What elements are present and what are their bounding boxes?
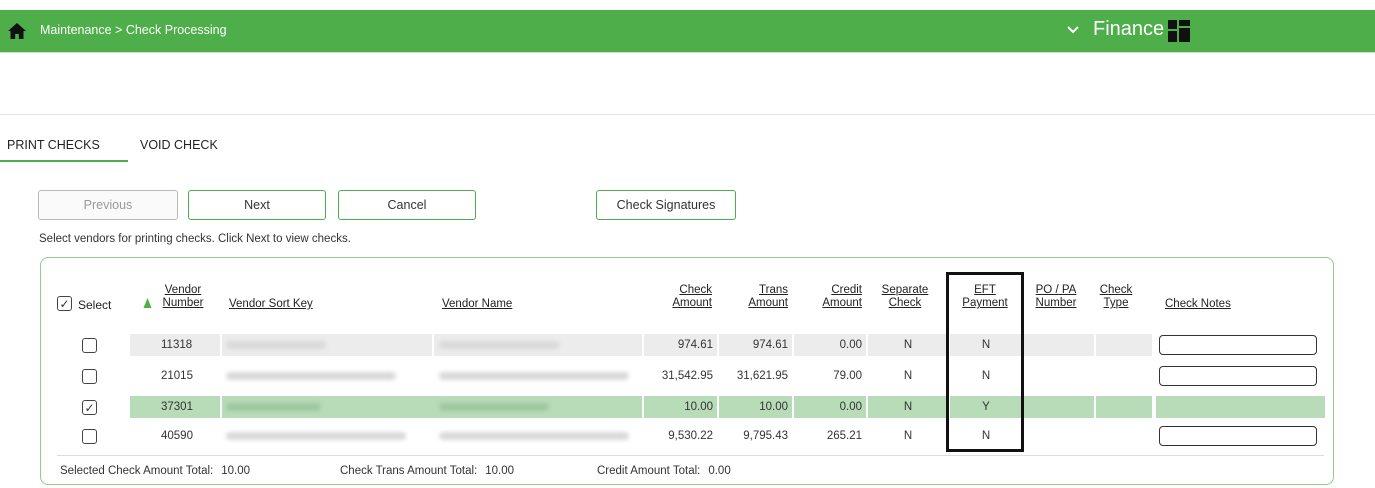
previous-button[interactable]: Previous [38, 190, 178, 220]
vendor-number-cell: 40590 [161, 430, 193, 442]
separate-check-cell: N [903, 370, 913, 382]
column-header-text[interactable]: Number [1036, 297, 1077, 309]
trans-amount-cell: 31,621.95 [736, 370, 788, 382]
tab-print-checks[interactable]: PRINT CHECKS [7, 138, 100, 152]
total-value: 0.00 [708, 465, 731, 477]
redacted-text [226, 432, 406, 440]
active-tab-indicator [0, 160, 128, 162]
top-navigation-bar: Maintenance > Check Processing Finance [0, 10, 1375, 52]
next-button[interactable]: Next [188, 190, 326, 220]
column-header-text[interactable]: Amount [822, 297, 862, 309]
column-header-trans-amount[interactable]: Trans Amount [736, 284, 788, 310]
check-trans-amount-total: Check Trans Amount Total: 10.00 [340, 465, 514, 477]
home-icon[interactable] [7, 22, 27, 40]
redacted-text [439, 403, 549, 411]
separate-check-cell: N [868, 396, 948, 418]
column-header-text[interactable]: Credit [831, 284, 862, 296]
toolbar-area [0, 53, 1375, 114]
column-header-text[interactable]: Check [889, 297, 922, 309]
column-header-text[interactable]: Type [1104, 297, 1129, 309]
column-header-text[interactable]: PO / PA [1036, 284, 1077, 296]
redacted-text [226, 403, 321, 411]
column-header-text[interactable]: Amount [672, 297, 712, 309]
column-header-text[interactable]: Trans [759, 284, 788, 296]
select-all-checkbox[interactable]: ✓ [57, 296, 72, 311]
column-header-text[interactable]: Vendor [165, 284, 201, 296]
redacted-text [226, 372, 396, 380]
column-header-separate-check[interactable]: Separate Check [877, 284, 933, 310]
trans-amount-cell: 974.61 [719, 334, 792, 356]
trans-amount-cell: 9,795.43 [743, 430, 788, 442]
check-amount-cell: 31,542.95 [661, 370, 713, 382]
check-signatures-button[interactable]: Check Signatures [596, 190, 736, 220]
check-notes-input[interactable] [1159, 335, 1317, 355]
grid-menu-icon[interactable] [1168, 20, 1190, 42]
breadcrumb[interactable]: Maintenance > Check Processing [40, 23, 227, 37]
total-value: 10.00 [221, 465, 250, 477]
vendor-number-cell: 11318 [130, 334, 220, 356]
check-amount-cell: 10.00 [644, 396, 717, 418]
column-header-vendor-number[interactable]: Vendor Number [157, 284, 209, 310]
credit-amount-cell: 265.21 [826, 430, 862, 442]
table-row[interactable]: ✓ 37301 10.00 10.00 0.00 N Y [55, 396, 1325, 418]
column-header-check-amount[interactable]: Check Amount [660, 284, 712, 310]
check-amount-cell: 974.61 [644, 334, 717, 356]
table-row[interactable]: 21015 31,542.95 31,621.95 79.00 N N [55, 365, 1325, 387]
tab-void-check[interactable]: VOID CHECK [140, 138, 218, 152]
chevron-down-icon[interactable] [1066, 22, 1080, 38]
column-header-po-pa-number[interactable]: PO / PA Number [1030, 284, 1082, 310]
select-column-header: Select [78, 298, 112, 312]
po-pa-number-cell [1024, 396, 1094, 418]
column-header-vendor-sort-key[interactable]: Vendor Sort Key [229, 298, 313, 311]
credit-amount-cell: 0.00 [794, 334, 866, 356]
sort-ascending-icon [143, 298, 152, 308]
divider [57, 455, 1324, 456]
redacted-text [439, 372, 629, 380]
column-header-text[interactable]: Separate [882, 284, 929, 296]
check-notes-input[interactable] [1159, 426, 1317, 446]
check-notes-cell [1156, 396, 1325, 418]
selected-check-amount-total: Selected Check Amount Total: 10.00 [60, 465, 250, 477]
check-type-cell [1096, 334, 1152, 356]
total-label: Check Trans Amount Total: [340, 465, 478, 477]
row-select-checkbox[interactable]: ✓ [82, 400, 97, 415]
total-value: 10.00 [485, 465, 515, 477]
column-header-text[interactable]: Check [679, 284, 712, 296]
vendor-number-cell: 21015 [161, 370, 193, 382]
row-select-checkbox[interactable] [82, 338, 97, 353]
row-select-checkbox[interactable] [82, 429, 97, 444]
column-header-check-type[interactable]: Check Type [1098, 284, 1134, 310]
module-name[interactable]: Finance [1093, 18, 1164, 41]
column-header-text[interactable]: Check [1100, 284, 1133, 296]
redacted-text [439, 432, 629, 440]
check-notes-input[interactable] [1159, 366, 1317, 386]
column-header-text[interactable]: Number [163, 297, 204, 309]
instruction-text: Select vendors for printing checks. Clic… [39, 233, 351, 245]
column-header-credit-amount[interactable]: Credit Amount [810, 284, 862, 310]
separate-check-cell: N [868, 334, 948, 356]
total-label: Selected Check Amount Total: [60, 465, 214, 477]
credit-amount-cell: 79.00 [833, 370, 862, 382]
redacted-text [439, 341, 559, 349]
check-amount-cell: 9,530.22 [668, 430, 713, 442]
column-header-text[interactable]: Amount [748, 297, 788, 309]
column-header-check-notes[interactable]: Check Notes [1165, 298, 1231, 311]
check-type-cell [1096, 396, 1152, 418]
table-row[interactable]: 11318 974.61 974.61 0.00 N N [55, 334, 1325, 356]
total-label: Credit Amount Total: [597, 465, 701, 477]
separate-check-cell: N [903, 430, 913, 442]
po-pa-number-cell [1024, 334, 1094, 356]
column-header-vendor-name[interactable]: Vendor Name [442, 298, 512, 311]
trans-amount-cell: 10.00 [719, 396, 792, 418]
credit-amount-cell: 0.00 [794, 396, 866, 418]
eft-column-highlight [946, 272, 1024, 452]
row-select-checkbox[interactable] [82, 369, 97, 384]
vendor-number-cell: 37301 [130, 396, 220, 418]
table-row[interactable]: 40590 9,530.22 9,795.43 265.21 N N [55, 425, 1325, 447]
cancel-button[interactable]: Cancel [338, 190, 476, 220]
redacted-text [226, 341, 326, 349]
credit-amount-total: Credit Amount Total: 0.00 [597, 465, 731, 477]
